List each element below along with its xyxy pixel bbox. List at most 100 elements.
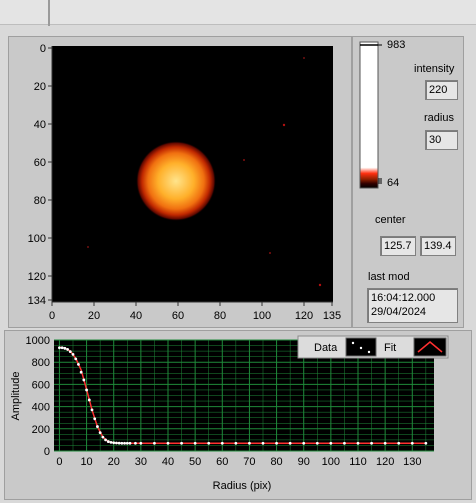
x-tick-label: 60: [216, 456, 228, 468]
data-point: [120, 441, 124, 445]
x-tick-label: 80: [270, 456, 282, 468]
center-x-field[interactable]: 125.7: [380, 236, 416, 256]
y-tick-label: 60: [34, 157, 46, 169]
x-tick-label: 135: [323, 310, 341, 322]
legend-data-label: Data: [314, 342, 338, 354]
image-y-axis: [48, 46, 53, 302]
data-point: [71, 353, 75, 356]
x-axis-ticks: 0 10 20 30 40 50 60 70 80 90 100 110 120 130: [56, 456, 421, 468]
data-point: [74, 357, 78, 361]
x-tick-label: 100: [322, 456, 340, 468]
data-point: [60, 346, 64, 350]
y-axis-label: Amplitude: [10, 372, 22, 421]
data-point: [207, 441, 211, 445]
data-point: [90, 408, 94, 412]
x-tick-label: 50: [189, 456, 201, 468]
center-label: center: [375, 214, 406, 226]
colorbar-ramp: [359, 41, 379, 189]
x-tick-label: 40: [130, 310, 142, 322]
data-point: [93, 417, 97, 421]
hot-pixel: [87, 246, 89, 248]
hot-pixel: [318, 283, 322, 287]
data-point: [115, 441, 118, 445]
y-tick-label: 100: [28, 233, 46, 245]
x-tick-label: 120: [295, 310, 313, 322]
hot-pixel: [282, 123, 286, 127]
last-mod-field: 16:04:12.000 29/04/2024: [367, 288, 458, 323]
data-point: [96, 425, 99, 428]
toolbar-divider: [48, 0, 50, 26]
data-point: [66, 348, 69, 351]
x-tick-label: 100: [253, 310, 271, 322]
data-point: [193, 441, 197, 445]
radius-field[interactable]: 30: [425, 130, 458, 150]
data-point: [383, 441, 387, 445]
data-point: [85, 388, 88, 392]
y-tick-label: 40: [34, 119, 46, 131]
last-mod-date: 29/04/2024: [371, 306, 427, 318]
colorbar[interactable]: [356, 36, 406, 194]
x-tick-label: 70: [243, 456, 255, 468]
data-point: [343, 441, 346, 445]
x-axis-label: Radius (pix): [213, 480, 272, 492]
data-point: [248, 441, 251, 445]
data-point: [117, 441, 121, 445]
top-toolbar-strip: [0, 0, 476, 26]
data-point: [106, 440, 110, 443]
data-point: [134, 441, 137, 445]
data-point: [87, 398, 91, 402]
intensity-field[interactable]: 220: [425, 80, 458, 100]
data-point: [153, 441, 156, 445]
image-plot[interactable]: 0 20 40 60 80 100 120 134 0 20 40 60 80 …: [8, 36, 350, 326]
last-mod-label: last mod: [368, 271, 410, 283]
y-tick-label: 120: [28, 271, 46, 283]
y-tick-label: 20: [34, 81, 46, 93]
legend-fit-swatch[interactable]: [413, 337, 447, 357]
data-point: [329, 441, 333, 445]
data-point: [128, 441, 132, 445]
legend-data-marker: [367, 350, 371, 354]
y-tick-label: 0: [40, 43, 46, 55]
data-point: [68, 350, 72, 354]
center-y-field[interactable]: 139.4: [420, 236, 456, 256]
y-tick-label: 0: [44, 446, 50, 458]
data-point: [101, 435, 105, 439]
legend-fit-label: Fit: [384, 342, 396, 354]
y-tick-label: 800: [32, 357, 50, 369]
profile-chart[interactable]: 0 200 400 600 800 1000 0 10 20 30 40 50 60 70 80 90 100…: [4, 330, 470, 498]
data-point: [397, 441, 401, 445]
data-point: [288, 441, 292, 445]
data-point: [58, 346, 61, 350]
colorbar-min-label: 64: [387, 177, 400, 189]
data-point: [180, 441, 183, 445]
data-point: [166, 441, 170, 445]
data-point: [356, 441, 360, 445]
radius-label: radius: [424, 112, 454, 124]
x-tick-label: 130: [403, 456, 421, 468]
data-point: [234, 441, 238, 445]
x-tick-label: 110: [349, 456, 367, 468]
y-axis-ticks: 0 200 400 600 800 1000: [26, 335, 50, 458]
data-point: [302, 441, 306, 445]
y-tick-label: 80: [34, 195, 46, 207]
hot-pixel: [243, 159, 245, 161]
hot-pixel: [269, 252, 271, 254]
data-point: [139, 441, 143, 445]
colorbar-max-label: 983: [387, 39, 406, 51]
last-mod-time: 16:04:12.000: [371, 292, 436, 304]
hot-pixel: [303, 57, 305, 59]
data-point: [79, 370, 83, 374]
data-point: [275, 441, 278, 445]
data-point: [123, 441, 126, 445]
intensity-label: intensity: [414, 63, 455, 75]
data-point: [82, 378, 86, 382]
beam-spot: [136, 141, 216, 221]
y-tick-label: 400: [32, 402, 50, 414]
x-tick-label: 120: [376, 456, 394, 468]
x-tick-label: 0: [49, 310, 55, 322]
data-point: [410, 441, 414, 445]
x-tick-label: 80: [214, 310, 226, 322]
image-x-axis: [51, 301, 333, 306]
data-point: [220, 441, 224, 445]
data-point: [98, 431, 102, 435]
